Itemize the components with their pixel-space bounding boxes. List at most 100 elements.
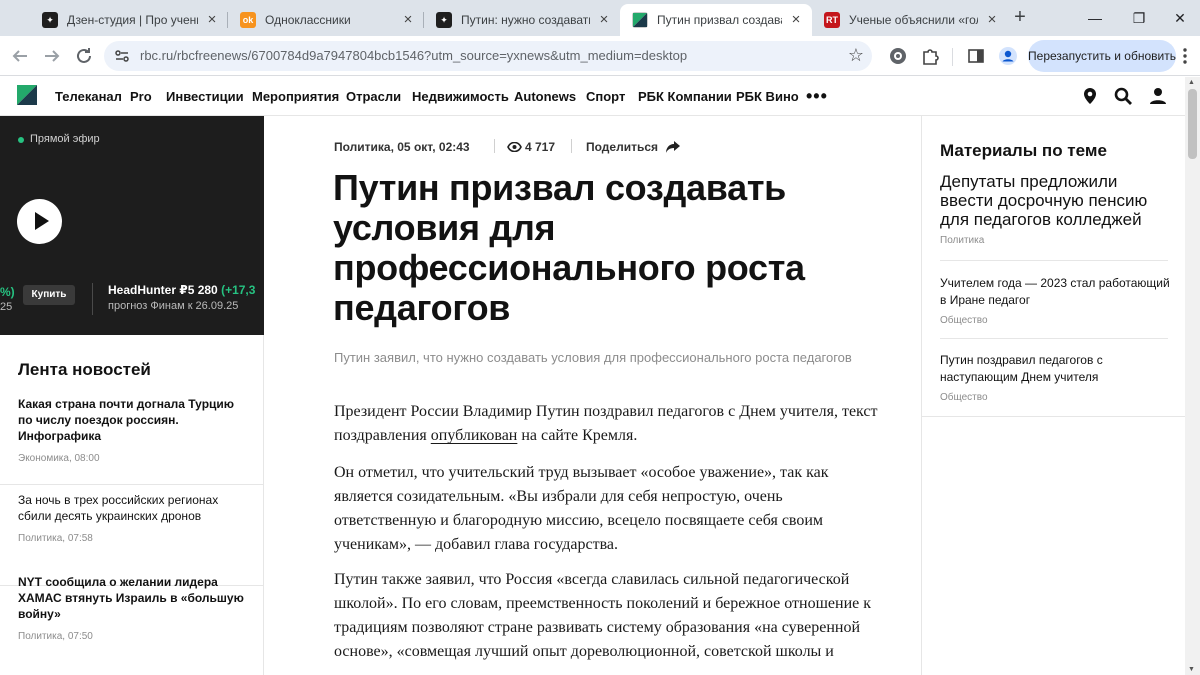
share-button[interactable]: Поделиться: [586, 140, 658, 154]
bookmark-star-icon[interactable]: ☆: [848, 45, 864, 66]
kremlin-link[interactable]: опубликован: [431, 427, 518, 444]
maximize-button[interactable]: ❐: [1129, 8, 1149, 28]
site-navigation: Телеканал Pro Инвестиции Мероприятия Отр…: [0, 77, 1185, 116]
browser-tab-active[interactable]: Путин призвал создавать у ×: [620, 4, 812, 36]
article-category-date[interactable]: Политика, 05 окт, 02:43: [334, 140, 470, 154]
news-feed-item[interactable]: NYT сообщила о желании лидера ХАМАС втян…: [0, 574, 264, 675]
close-icon[interactable]: ×: [788, 12, 804, 28]
buy-button[interactable]: Купить: [23, 285, 75, 305]
relaunch-update-button[interactable]: Перезапустить и обновить: [1028, 40, 1176, 72]
nav-item[interactable]: Pro: [130, 89, 152, 104]
article-paragraph: Он отметил, что учительский труд вызывае…: [334, 464, 829, 553]
nav-item[interactable]: РБК Вино: [736, 89, 799, 104]
reload-button[interactable]: [72, 44, 96, 68]
location-pin-icon[interactable]: [1081, 87, 1099, 105]
scroll-down-icon[interactable]: ▼: [1188, 666, 1195, 673]
tab-title: Путин призвал создавать у: [657, 13, 782, 27]
close-icon[interactable]: ×: [984, 12, 1000, 28]
ticker-name[interactable]: HeadHunter ₽5 280 (+17,3: [108, 283, 255, 297]
web-page: Телеканал Pro Инвестиции Мероприятия Отр…: [0, 77, 1200, 675]
article-title: Путин призвал создавать условия для проф…: [333, 167, 805, 328]
ticker-date-fragment: 25: [0, 301, 13, 313]
news-feed-item[interactable]: Какая страна почти догнала Турцию по чис…: [0, 396, 264, 485]
related-item-title: Учителем года — 2023 стал работающий в И…: [940, 276, 1170, 307]
address-bar[interactable]: rbc.ru/rbcfreenews/6700784d9a7947804bcb1…: [104, 41, 872, 71]
browser-tab[interactable]: ok Одноклассники ×: [228, 4, 424, 36]
stock-ticker: %) 25 Купить HeadHunter ₽5 280 (+17,3 пр…: [0, 283, 264, 323]
rbc-icon: [632, 12, 648, 28]
related-item-title: Путин поздравил педагогов с наступающим …: [940, 353, 1103, 384]
browser-menu-icon[interactable]: [1181, 46, 1189, 66]
reload-icon: [77, 48, 91, 63]
puzzle-extensions-icon[interactable]: [920, 46, 940, 66]
scroll-up-icon[interactable]: ▲: [1188, 79, 1195, 86]
related-materials-sidebar: Материалы по теме Депутаты предложили вв…: [921, 116, 1186, 675]
related-item-meta: Общество: [940, 392, 988, 403]
nav-item[interactable]: Инвестиции: [166, 89, 244, 104]
user-account-icon[interactable]: [1149, 87, 1167, 105]
profile-avatar-icon[interactable]: [998, 46, 1018, 66]
related-item[interactable]: Депутаты предложили ввести досрочную пен…: [940, 172, 1170, 246]
close-icon[interactable]: ×: [400, 12, 416, 28]
browser-tabstrip: ✦ Дзен-студия | Про ученых и × ok Однокл…: [0, 0, 1200, 36]
news-feed-title: Лента новостей: [18, 360, 151, 379]
back-arrow-icon: [12, 50, 27, 62]
article-views-count: 4 717: [525, 140, 556, 154]
dzen-icon: ✦: [42, 12, 58, 28]
browser-tab[interactable]: ✦ Путин: нужно создавать ус ×: [424, 4, 620, 36]
related-item[interactable]: Путин поздравил педагогов с наступающим …: [940, 352, 1170, 403]
rbc-logo-icon[interactable]: [17, 85, 37, 105]
news-feed-item[interactable]: За ночь в трех российских регионах сбили…: [0, 492, 264, 586]
related-item[interactable]: Учителем года — 2023 стал работающий в И…: [940, 275, 1170, 326]
tab-title: Путин: нужно создавать ус: [461, 13, 590, 27]
browser-toolbar: rbc.ru/rbcfreenews/6700784d9a7947804bcb1…: [0, 36, 1200, 76]
nav-item[interactable]: Отрасли: [346, 89, 401, 104]
tab-title: Дзен-студия | Про ученых и: [67, 13, 198, 27]
related-item-title: Депутаты предложили ввести досрочную пен…: [940, 172, 1148, 229]
scrollbar-thumb[interactable]: [1188, 89, 1197, 159]
url-text[interactable]: rbc.ru/rbcfreenews/6700784d9a7947804bcb1…: [140, 48, 687, 63]
left-sidebar: Прямой эфир %) 25 Купить HeadHunter ₽5 2…: [0, 116, 264, 675]
site-info-icon[interactable]: [114, 48, 130, 64]
article-paragraph: Президент России Владимир Путин поздрави…: [334, 403, 878, 444]
news-item-meta: Политика, 07:50: [18, 631, 93, 642]
close-icon[interactable]: ×: [204, 12, 220, 28]
browser-tab[interactable]: ✦ Дзен-студия | Про ученых и ×: [30, 4, 228, 36]
nav-item[interactable]: Недвижимость: [412, 89, 509, 104]
related-title: Материалы по теме: [940, 141, 1107, 160]
forward-arrow-icon: [45, 50, 60, 62]
odnoklassniki-icon: ok: [240, 12, 256, 28]
tab-title: Ученые объяснили «голоса: [849, 13, 978, 27]
extension-icon[interactable]: [888, 46, 908, 66]
close-icon[interactable]: ×: [596, 12, 612, 28]
nav-more-icon[interactable]: •••: [806, 86, 828, 107]
news-item-meta: Экономика, 08:00: [18, 453, 100, 464]
play-button[interactable]: [17, 199, 62, 244]
close-window-button[interactable]: ✕: [1170, 8, 1190, 28]
browser-tab[interactable]: RT Ученые объяснили «голоса ×: [812, 4, 1008, 36]
share-arrow-icon[interactable]: [665, 140, 681, 154]
dzen-icon: ✦: [436, 12, 452, 28]
search-icon[interactable]: [1114, 87, 1132, 105]
news-item-title: За ночь в трех российских регионах сбили…: [18, 493, 219, 523]
minimize-button[interactable]: —: [1085, 8, 1105, 28]
forward-button[interactable]: [40, 44, 64, 68]
ticker-change: (+17,3: [221, 283, 256, 297]
nav-item[interactable]: Мероприятия: [252, 89, 339, 104]
ticker-forecast: прогноз Финам к 26.09.25: [108, 300, 239, 312]
nav-item[interactable]: РБК Компании: [638, 89, 732, 104]
rt-icon: RT: [824, 12, 840, 28]
live-dot-icon: [18, 137, 24, 143]
related-item-meta: Общество: [940, 315, 988, 326]
nav-item[interactable]: Спорт: [586, 89, 625, 104]
side-panel-icon[interactable]: [966, 46, 986, 66]
nav-item[interactable]: Телеканал: [55, 89, 122, 104]
nav-item[interactable]: Autonews: [514, 89, 576, 104]
new-tab-button[interactable]: +: [1010, 7, 1030, 28]
news-item-meta: Политика, 07:58: [18, 533, 93, 544]
eye-views-icon: [507, 142, 522, 152]
article-subtitle: Путин заявил, что нужно создавать услови…: [334, 350, 852, 365]
article-paragraph: Путин также заявил, что Россия «всегда с…: [334, 571, 872, 660]
page-scrollbar[interactable]: ▲ ▼: [1185, 77, 1200, 675]
back-button[interactable]: [8, 44, 32, 68]
